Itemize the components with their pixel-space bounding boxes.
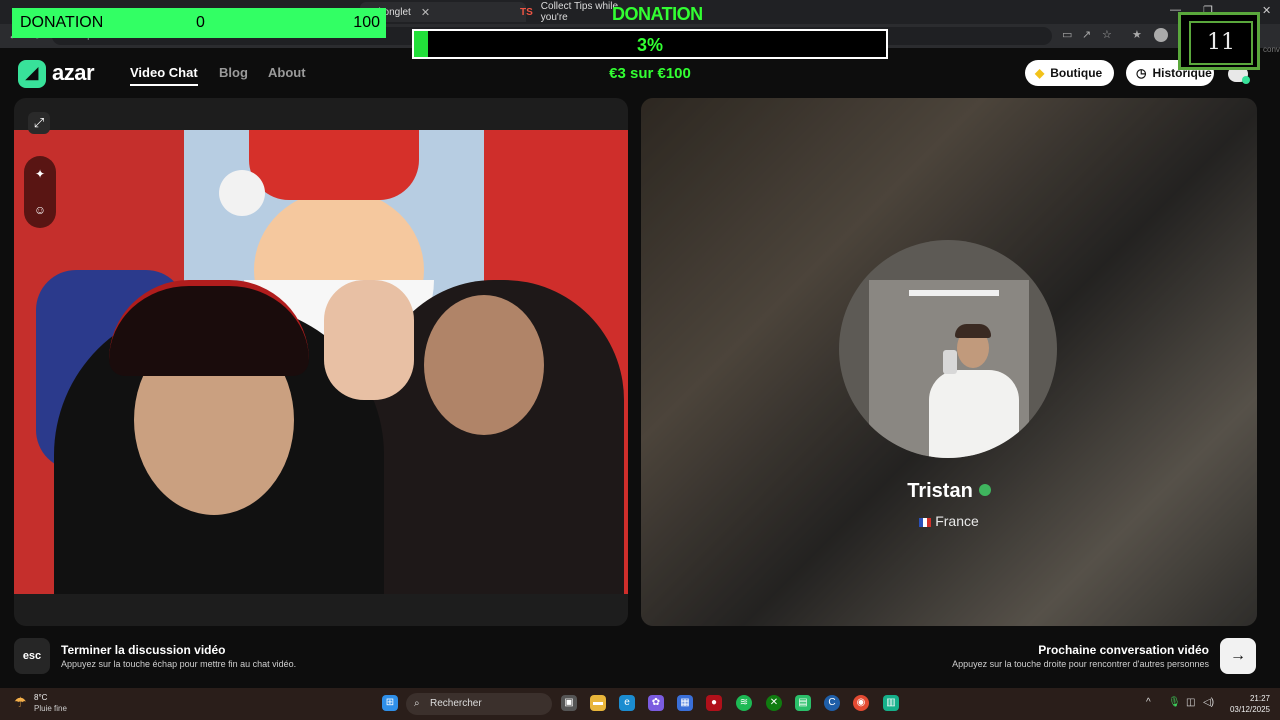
partner-country-row: France [641,513,1257,529]
counter-widget: 11 conversation [1178,12,1280,70]
gem-icon: ◆ [1035,66,1045,80]
own-camera-feed [14,130,628,594]
person-right-head [424,295,544,435]
search-placeholder: Rechercher [430,698,482,709]
network-icon[interactable]: ◫ [1186,697,1195,708]
next-conversation-button[interactable]: → [1220,638,1256,674]
santa-hat [249,130,419,200]
nav-about[interactable]: About [268,65,306,80]
clock-time: 21:27 [1249,694,1270,703]
share-icon[interactable]: ↗ [1082,28,1091,41]
tray-chevron-icon[interactable]: ^ [1146,697,1151,708]
volume-icon[interactable]: ◁) [1203,697,1214,708]
donation-label: DONATION [20,14,104,31]
weather-rain-icon[interactable]: ☂ [14,694,27,711]
boutique-label: Boutique [1050,66,1103,80]
partner-body [929,370,1019,458]
effects-toolbar: ✦ ☺ [24,156,56,228]
tab-favicon: TS [520,6,533,18]
partner-profile-photo [839,240,1057,458]
counter-ghost-text: conversation [1263,45,1280,54]
weather-temperature[interactable]: 8°C [34,693,47,702]
donation-goal-box: DONATION 0 100 [12,8,386,38]
own-video-panel: ⤢ ✦ ☺ [14,98,628,626]
app-green-icon[interactable]: ▤ [795,695,811,711]
partner-hair [955,324,991,338]
azar-logo-icon[interactable]: ◢ [18,60,46,88]
taskbar-search[interactable]: ⌕ Rechercher [406,693,552,715]
app-red-icon[interactable]: ● [706,695,722,711]
weather-description[interactable]: Pluie fine [34,704,67,713]
chrome-icon[interactable]: ◉ [853,695,869,711]
microphone-icon[interactable]: 🎙 [1168,697,1181,708]
esc-end-chat-button[interactable]: esc [14,638,50,674]
windows-start-icon[interactable]: ⊞ [382,695,398,711]
partner-name-row: Tristan [641,480,1257,503]
partner-phone [943,350,957,374]
system-clock[interactable]: 21:27 03/12/2025 [1218,693,1270,715]
windows-taskbar [0,688,1280,720]
verified-badge-icon [978,483,991,496]
partner-video-panel: Tristan France [641,98,1257,626]
spotify-icon[interactable]: ≋ [736,695,752,711]
xbox-icon[interactable]: ✕ [766,695,782,711]
end-chat-title: Terminer la discussion vidéo [61,643,226,657]
sparkle-effects-icon[interactable]: ✦ [30,164,50,184]
clock-icon: ◷ [1136,66,1147,80]
cast-icon[interactable]: ▭ [1062,28,1072,41]
santa-hat-pompom [219,170,265,216]
donation-progress-bar: 3% [412,29,888,59]
close-tab-icon[interactable]: ✕ [421,6,430,19]
clock-date: 03/12/2025 [1229,705,1270,714]
donation-min: 0 [196,14,205,31]
donation-title: DONATION [612,4,703,24]
nav-video-chat[interactable]: Video Chat [130,65,198,86]
store-icon[interactable]: ▦ [677,695,693,711]
boutique-button[interactable]: ◆ Boutique [1025,60,1114,86]
azar-logo-text[interactable]: azar [52,60,95,86]
arrow-right-icon: → [1230,647,1246,664]
face-filter-icon[interactable]: ☺ [30,200,50,220]
notification-dot [1242,76,1250,84]
next-chat-title: Prochaine conversation vidéo [1038,643,1209,657]
bookmark-star-icon[interactable]: ☆ [1102,28,1112,41]
expand-icon[interactable]: ⤢ [28,112,50,134]
end-chat-subtitle: Appuyez sur la touche échap pour mettre … [61,659,297,669]
nav-blog[interactable]: Blog [219,65,248,80]
france-flag-icon [919,517,932,527]
next-chat-subtitle: Appuyez sur la touche droite pour rencon… [952,659,1209,669]
edge-browser-icon[interactable]: e [619,695,635,711]
favorites-icon[interactable]: ★ [1132,28,1142,41]
ceiling-light [909,290,999,296]
partner-country: France [935,513,979,529]
copilot-icon[interactable]: ✿ [648,695,664,711]
donation-summary: €3 sur €100 [609,65,691,82]
app-c-icon[interactable]: C [824,695,840,711]
browser-profile-avatar[interactable] [1154,28,1168,42]
close-window-icon[interactable]: ✕ [1262,4,1271,17]
waving-hand [324,280,414,400]
donation-max: 100 [353,14,380,31]
counter-value: 11 [1189,21,1253,65]
task-view-icon[interactable]: ▣ [561,695,577,711]
donation-percent: 3% [636,35,663,55]
app-teal-icon[interactable]: ▥ [883,695,899,711]
partner-name: Tristan [907,480,973,502]
file-explorer-icon[interactable]: ▬ [590,695,606,711]
search-icon: ⌕ [414,698,420,709]
